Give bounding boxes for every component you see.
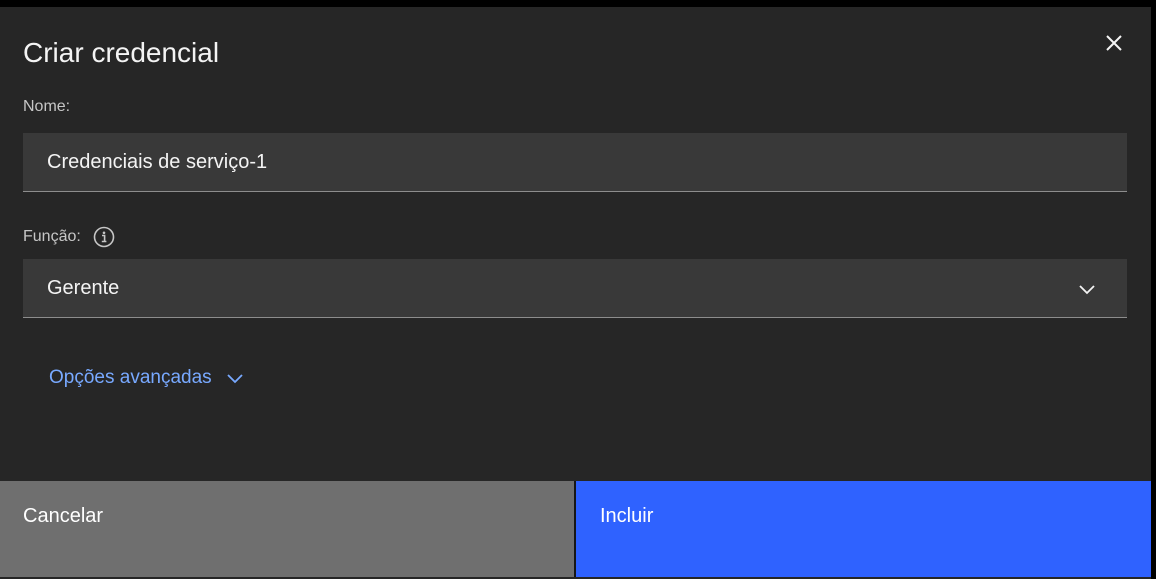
chevron-down-icon [227, 374, 243, 384]
close-button[interactable] [1098, 27, 1130, 59]
role-select[interactable]: Gerente [23, 259, 1127, 318]
create-credential-modal: Criar credencial Nome: Função: Gerente O… [0, 7, 1151, 579]
name-field[interactable] [23, 133, 1127, 192]
name-input[interactable] [47, 150, 1127, 174]
role-label: Função: [23, 228, 81, 245]
modal-footer: Cancelar Incluir [0, 481, 1151, 579]
role-selected-value: Gerente [47, 276, 120, 299]
submit-button[interactable]: Incluir [574, 481, 1151, 577]
advanced-options-toggle[interactable]: Opções avançadas [49, 367, 244, 389]
chevron-down-icon [1079, 285, 1095, 295]
close-icon [1106, 35, 1122, 51]
info-icon[interactable] [93, 226, 115, 248]
role-label-row: Função: [23, 226, 115, 248]
cancel-button[interactable]: Cancelar [0, 481, 574, 577]
modal-title: Criar credencial [23, 37, 220, 68]
advanced-options-label: Opções avançadas [49, 367, 212, 388]
name-label: Nome: [23, 98, 71, 115]
